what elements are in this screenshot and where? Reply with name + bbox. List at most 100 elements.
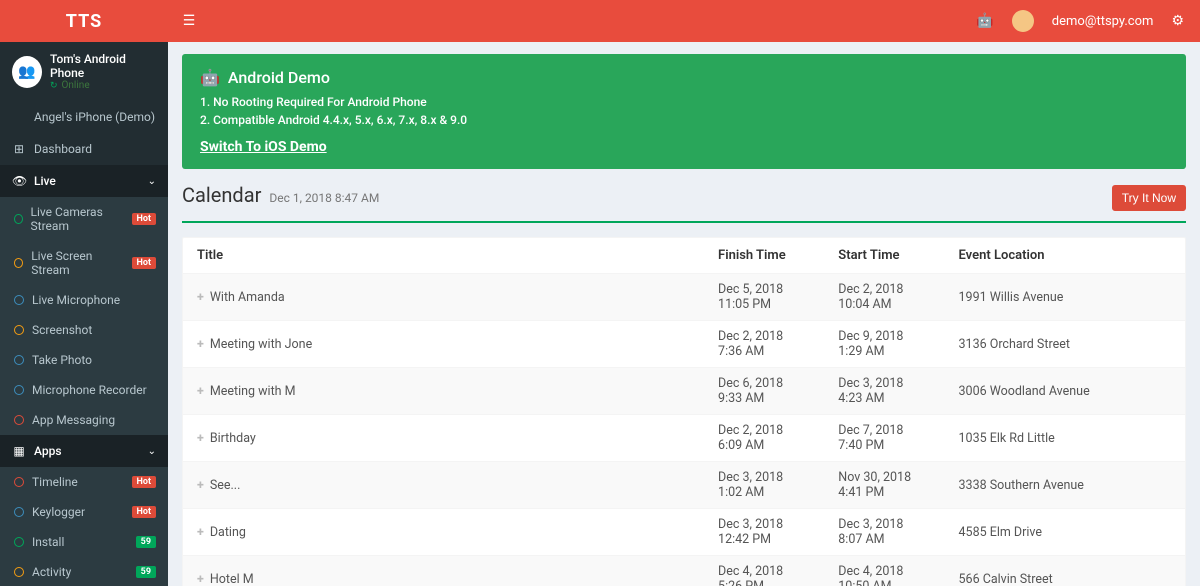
status-dot-icon	[14, 567, 24, 577]
nav-label: Take Photo	[32, 353, 92, 367]
page-subtitle: Dec 1, 2018 8:47 AM	[269, 191, 379, 205]
sidebar-item[interactable]: App Messaging	[0, 405, 168, 435]
nav-label: Angel's iPhone (Demo)	[34, 110, 155, 124]
nav-label: Live	[34, 174, 56, 188]
android-icon[interactable]: 🤖	[976, 13, 993, 29]
sidebar-group-apps[interactable]: ▦ Apps ⌄	[0, 435, 168, 467]
nav-label: Live Screen Stream	[31, 249, 123, 277]
column-header: Start Time	[824, 238, 944, 274]
table-row[interactable]: +BirthdayDec 2, 2018 6:09 AMDec 7, 2018 …	[183, 415, 1185, 462]
nav-label: Apps	[34, 444, 62, 458]
status-dot-icon	[14, 477, 24, 487]
cell-start: Dec 3, 2018 4:23 AM	[824, 368, 944, 415]
calendar-table: TitleFinish TimeStart TimeEvent Location…	[183, 238, 1185, 586]
hamburger-icon[interactable]: ☰	[168, 13, 210, 29]
expand-icon[interactable]: +	[197, 337, 204, 352]
expand-icon[interactable]: +	[197, 431, 204, 446]
cell-start: Nov 30, 2018 4:41 PM	[824, 462, 944, 509]
cell-finish: Dec 4, 2018 5:26 PM	[704, 556, 824, 586]
cell-title: +Meeting with Jone	[183, 321, 704, 368]
main-content: 🤖 Android Demo 1. No Rooting Required Fo…	[168, 42, 1200, 586]
banner-title: 🤖 Android Demo	[200, 68, 1168, 87]
table-row[interactable]: +DatingDec 3, 2018 12:42 PMDec 3, 2018 8…	[183, 509, 1185, 556]
nav-label: Screenshot	[32, 323, 92, 337]
cell-start: Dec 4, 2018 10:50 AM	[824, 556, 944, 586]
chevron-down-icon: ⌄	[148, 446, 156, 457]
status-dot-icon	[14, 415, 24, 425]
cell-title: +See...	[183, 462, 704, 509]
device-avatar-icon: 👥	[12, 56, 42, 88]
sidebar-item-demo[interactable]: Angel's iPhone (Demo)	[0, 101, 168, 133]
cell-location: 566 Calvin Street	[945, 556, 1185, 586]
cell-finish: Dec 6, 2018 9:33 AM	[704, 368, 824, 415]
sidebar-item[interactable]: Live Screen StreamHot	[0, 241, 168, 285]
expand-icon[interactable]: +	[197, 478, 204, 493]
sidebar-item[interactable]: Screenshot	[0, 315, 168, 345]
cell-finish: Dec 2, 2018 6:09 AM	[704, 415, 824, 462]
nav-label: Activity	[32, 565, 71, 579]
table-row[interactable]: +Hotel MDec 4, 2018 5:26 PMDec 4, 2018 1…	[183, 556, 1185, 586]
cell-title: +Meeting with M	[183, 368, 704, 415]
switch-demo-link[interactable]: Switch To iOS Demo	[200, 139, 327, 155]
nav-label: Timeline	[32, 475, 78, 489]
page-title: Calendar	[182, 183, 261, 207]
status-dot-icon	[14, 355, 24, 365]
user-email[interactable]: demo@ttspy.com	[1052, 14, 1154, 29]
status-dot-icon	[14, 295, 24, 305]
cell-title: +Hotel M	[183, 556, 704, 586]
demo-banner: 🤖 Android Demo 1. No Rooting Required Fo…	[182, 54, 1186, 169]
cell-location: 4585 Elm Drive	[945, 509, 1185, 556]
cell-finish: Dec 3, 2018 12:42 PM	[704, 509, 824, 556]
avatar[interactable]	[1012, 10, 1034, 32]
status-dot-icon	[14, 385, 24, 395]
sidebar-item[interactable]: Live Microphone	[0, 285, 168, 315]
device-status: Online	[50, 80, 156, 91]
sidebar-item[interactable]: TimelineHot	[0, 467, 168, 497]
nav-label: Live Cameras Stream	[31, 205, 124, 233]
table-row[interactable]: +Meeting with JoneDec 2, 2018 7:36 AMDec…	[183, 321, 1185, 368]
sidebar: 👥 Tom's Android Phone Online Angel's iPh…	[0, 42, 168, 586]
live-icon: 👁	[12, 174, 26, 188]
dashboard-icon: ⊞	[12, 142, 26, 156]
nav-label: App Messaging	[32, 413, 115, 427]
banner-line-1: 1. No Rooting Required For Android Phone	[200, 93, 1168, 111]
cell-title: +Birthday	[183, 415, 704, 462]
chevron-down-icon: ⌄	[148, 176, 156, 187]
cell-location: 1991 Willis Avenue	[945, 274, 1185, 321]
table-row[interactable]: +Meeting with MDec 6, 2018 9:33 AMDec 3,…	[183, 368, 1185, 415]
share-icon[interactable]: ⚙	[1171, 13, 1184, 29]
expand-icon[interactable]: +	[197, 384, 204, 399]
cell-finish: Dec 2, 2018 7:36 AM	[704, 321, 824, 368]
page-header: Calendar Dec 1, 2018 8:47 AM Try It Now	[182, 183, 1186, 211]
table-row[interactable]: +See...Dec 3, 2018 1:02 AMNov 30, 2018 4…	[183, 462, 1185, 509]
badge: Hot	[132, 506, 156, 518]
cell-start: Dec 3, 2018 8:07 AM	[824, 509, 944, 556]
divider	[182, 221, 1186, 223]
sidebar-group-live[interactable]: 👁 Live ⌄	[0, 165, 168, 197]
sidebar-item[interactable]: Activity59	[0, 557, 168, 586]
sidebar-item[interactable]: Take Photo	[0, 345, 168, 375]
nav-label: Microphone Recorder	[32, 383, 147, 397]
expand-icon[interactable]: +	[197, 572, 204, 586]
cell-title: +With Amanda	[183, 274, 704, 321]
badge: Hot	[132, 213, 156, 225]
logo[interactable]: TTS	[0, 11, 168, 32]
nav-label: Install	[32, 535, 64, 549]
nav-label: Live Microphone	[32, 293, 120, 307]
expand-icon[interactable]: +	[197, 525, 204, 540]
device-panel[interactable]: 👥 Tom's Android Phone Online	[0, 42, 168, 101]
calendar-table-box: TitleFinish TimeStart TimeEvent Location…	[182, 237, 1186, 586]
sidebar-item[interactable]: Microphone Recorder	[0, 375, 168, 405]
column-header: Finish Time	[704, 238, 824, 274]
status-dot-icon	[14, 537, 24, 547]
sidebar-item[interactable]: Install 59	[0, 527, 168, 557]
sidebar-item[interactable]: Live Cameras Stream Hot	[0, 197, 168, 241]
table-row[interactable]: +With AmandaDec 5, 2018 11:05 PMDec 2, 2…	[183, 274, 1185, 321]
sidebar-item[interactable]: KeyloggerHot	[0, 497, 168, 527]
expand-icon[interactable]: +	[197, 290, 204, 305]
android-icon: 🤖	[200, 68, 220, 87]
sidebar-item-dashboard[interactable]: ⊞ Dashboard	[0, 133, 168, 165]
badge: 59	[136, 536, 156, 548]
try-it-button[interactable]: Try It Now	[1112, 185, 1186, 211]
header-right: 🤖 demo@ttspy.com ⚙	[958, 10, 1200, 32]
